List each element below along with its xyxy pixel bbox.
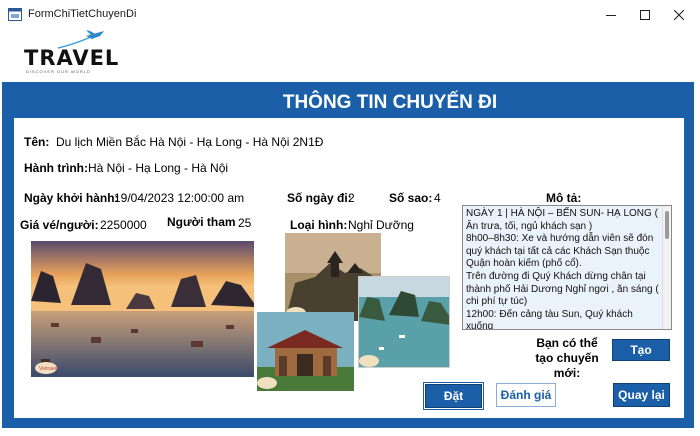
description-text: NGÀY 1 | HÀ NỘI – BẾN SUN- HẠ LONG ( Ăn … — [463, 206, 671, 330]
description-line: 12h00: Đến cảng tàu Sun, Quý khách xuống — [466, 308, 633, 330]
start-date-label: Ngày khởi hành: — [24, 191, 119, 205]
close-icon — [674, 10, 684, 20]
review-button[interactable]: Đánh giá — [496, 383, 556, 407]
type-label: Loại hình: — [290, 218, 348, 232]
window-title: FormChiTietChuyenDi — [28, 8, 137, 20]
app-window-icon — [8, 8, 22, 21]
page-title: THÔNG TIN CHUYẾN ĐI — [282, 92, 498, 113]
route-value: Hà Nội - Hạ Long - Hà Nội — [88, 161, 229, 175]
window-title-bar: FormChiTietChuyenDi — [0, 0, 700, 30]
description-line: 8h00–8h30: Xe và hướng dẫn viên sẽ đón q… — [466, 233, 654, 270]
bay-islands-photo — [358, 276, 450, 368]
maximize-button[interactable] — [628, 4, 662, 26]
logo-tagline: DISCOVER OUR WORLD — [26, 69, 91, 74]
participants-label: Người tham — [167, 215, 236, 229]
description-label: Mô tả: — [546, 191, 582, 205]
type-value: Nghỉ Dưỡng — [348, 218, 414, 232]
back-button[interactable]: Quay lại — [613, 383, 670, 407]
route-label: Hành trình: — [24, 161, 88, 175]
description-line: NGÀY 1 | HÀ NỘI – BẾN SUN- HẠ LONG ( Ăn … — [466, 208, 658, 232]
travel-logo: TRAVEL DISCOVER OUR WORLD — [20, 30, 118, 78]
description-scrollbar[interactable] — [662, 206, 671, 329]
price-value: 2250000 — [100, 218, 147, 232]
description-line: Trên đường đi Quý Khách dừng chân tại th… — [466, 270, 659, 308]
days-value: 2 — [348, 191, 355, 205]
book-button[interactable]: Đặt — [423, 382, 484, 410]
scrollbar-thumb[interactable] — [665, 211, 669, 239]
days-label: Số ngày đi: — [287, 191, 352, 205]
ha-long-bay-photo: Vietravel — [31, 241, 254, 377]
create-trip-prompt: Bạn có thể tạo chuyến mới: — [535, 336, 599, 380]
minimize-button[interactable] — [594, 4, 628, 26]
name-value: Du lịch Miền Bắc Hà Nội - Hạ Long - Hà N… — [56, 135, 324, 149]
stars-value: 4 — [434, 191, 441, 205]
temple-gate-photo — [257, 312, 354, 391]
name-label: Tên: — [24, 135, 50, 149]
logo-text: TRAVEL — [24, 46, 120, 70]
price-label: Giá vé/người: — [20, 218, 99, 232]
start-date-value: 19/04/2023 12:00:00 am — [114, 191, 245, 205]
svg-text:Vietravel: Vietravel — [39, 366, 58, 372]
stars-label: Số sao: — [389, 191, 433, 205]
maximize-icon — [640, 10, 650, 20]
participants-value: 25 — [238, 216, 252, 230]
description-textbox[interactable]: NGÀY 1 | HÀ NỘI – BẾN SUN- HẠ LONG ( Ăn … — [462, 205, 672, 330]
minimize-icon — [606, 15, 616, 16]
create-trip-button[interactable]: Tạo — [612, 339, 670, 361]
close-button[interactable] — [662, 4, 696, 26]
